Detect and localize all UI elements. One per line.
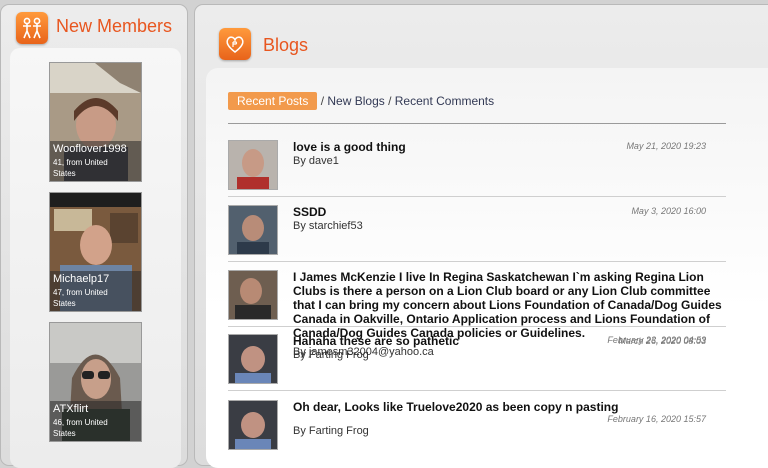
author-avatar[interactable] <box>228 205 278 255</box>
post-date: May 21, 2020 19:23 <box>626 141 706 151</box>
blogs-title: Blogs <box>263 35 309 55</box>
author-avatar[interactable] <box>228 400 278 450</box>
author-avatar[interactable] <box>228 140 278 190</box>
tab-recent-comments[interactable]: Recent Comments <box>395 94 494 108</box>
member-name[interactable]: Michaelp17 <box>53 273 109 285</box>
post-author[interactable]: By Farting Frog <box>293 425 369 437</box>
post-author[interactable]: By starchief53 <box>293 220 363 232</box>
tab-recent-posts[interactable]: Recent Posts <box>228 92 318 110</box>
blog-tabs: Recent Posts / New Blogs / Recent Commen… <box>228 92 494 110</box>
tab-new-blogs[interactable]: New Blogs <box>327 94 384 108</box>
blog-heart-icon <box>219 28 251 60</box>
author-avatar[interactable] <box>228 270 278 320</box>
divider <box>228 326 726 327</box>
member-info: 47, from United States <box>53 288 108 308</box>
member-card[interactable]: Michaelp17 47, from United States <box>49 192 142 312</box>
post-date: May 3, 2020 16:00 <box>631 206 706 216</box>
member-card[interactable]: Wooflover1998 41, from United States <box>49 62 142 182</box>
member-info: 41, from United States <box>53 158 108 178</box>
post-author[interactable]: By dave1 <box>293 155 339 167</box>
post-title[interactable]: I James McKenzie I live In Regina Saskat… <box>293 270 723 340</box>
post-author[interactable]: By Farting Frog <box>293 349 369 361</box>
post-date: February 23, 2020 04:53 <box>607 335 706 345</box>
member-info: 46, from United States <box>53 418 108 438</box>
divider <box>228 196 726 197</box>
member-name[interactable]: Wooflover1998 <box>53 143 127 155</box>
post-title[interactable]: Oh dear, Looks like Truelove2020 as been… <box>293 400 723 414</box>
members-icon <box>16 12 48 44</box>
post-date: February 16, 2020 15:57 <box>607 414 706 424</box>
divider <box>228 123 726 124</box>
new-members-title: New Members <box>56 16 173 36</box>
divider <box>228 390 726 391</box>
member-card[interactable]: ATXflirt 46, from United States <box>49 322 142 442</box>
divider <box>228 261 726 262</box>
member-name[interactable]: ATXflirt <box>53 403 88 415</box>
author-avatar[interactable] <box>228 334 278 384</box>
